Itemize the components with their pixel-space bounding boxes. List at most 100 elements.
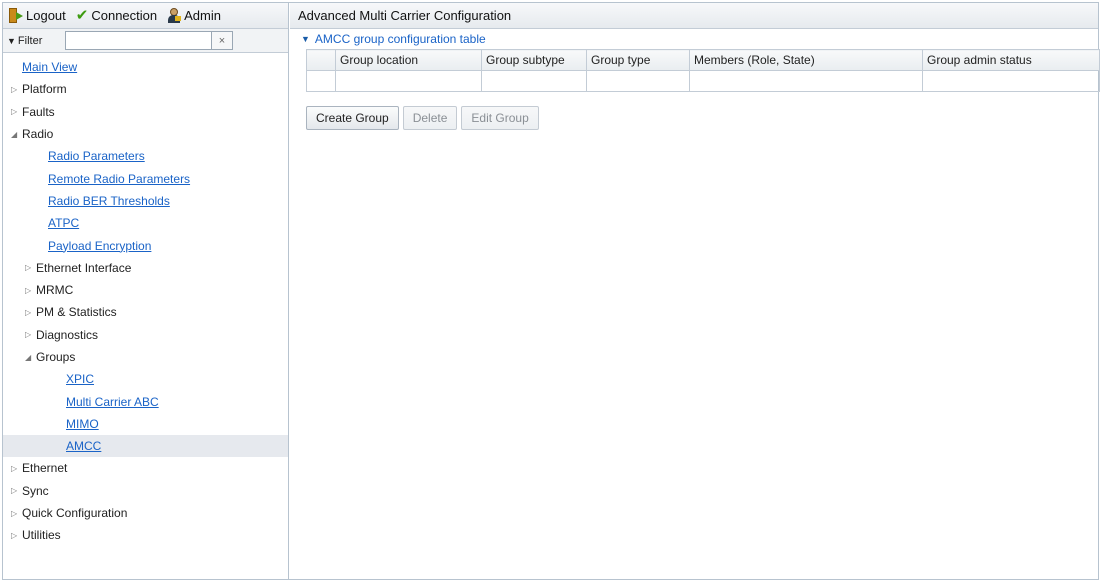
table-cell (306, 70, 336, 92)
column-header-group-location[interactable]: Group location (335, 49, 482, 71)
tree-item-label: Groups (36, 350, 76, 364)
tree-item-radio-ber-thresholds[interactable]: Radio BER Thresholds (3, 190, 288, 212)
tree-item-mrmc[interactable]: ▷ MRMC (3, 279, 288, 301)
tree-link-label: MIMO (66, 416, 99, 431)
tree-item-label: Diagnostics (36, 327, 99, 342)
table-row[interactable] (306, 70, 1100, 92)
connection-button[interactable]: ✔ Connection (76, 8, 157, 23)
tree-link-label: Payload Encryption (48, 238, 152, 253)
navigation-tree: Main View ▷ Platform ▷ Faults ◢ Radio Radio… (3, 53, 288, 547)
tree-item-label: Platform (22, 82, 67, 97)
logout-label: Logout (26, 8, 66, 23)
sidebar-toolbar: Logout ✔ Connection Admin (3, 3, 288, 29)
filter-input[interactable] (65, 31, 211, 50)
tree-item-mimo[interactable]: MIMO (3, 413, 288, 435)
table-cell (689, 70, 923, 92)
logout-icon (9, 8, 23, 23)
tree-item-ethernet[interactable]: ▷ Ethernet (3, 457, 288, 479)
caret-down-icon: ▼ (301, 34, 310, 44)
tree-link-label: Remote Radio Parameters (48, 171, 191, 186)
filter-bar: ▼ Filter × (3, 29, 288, 53)
tree-item-radio[interactable]: ◢ Radio (3, 123, 288, 145)
table-cell (335, 70, 482, 92)
expand-arrow-icon: ▷ (25, 285, 32, 295)
tree-item-faults[interactable]: ▷ Faults (3, 101, 288, 123)
connection-label: Connection (91, 8, 158, 23)
tree-item-payload-encryption[interactable]: Payload Encryption (3, 234, 288, 256)
table-cell (586, 70, 690, 92)
tree-link-label: Multi Carrier ABC (66, 394, 159, 409)
tree-item-quick-configuration[interactable]: ▷ Quick Configuration (3, 502, 288, 524)
admin-label: Admin (184, 8, 221, 23)
tree-link-label: Radio Parameters (48, 149, 145, 164)
tree-item-utilities[interactable]: ▷ Utilities (3, 524, 288, 546)
filter-toggle[interactable]: ▼ Filter (7, 35, 65, 47)
tree-item-diagnostics[interactable]: ▷ Diagnostics (3, 324, 288, 346)
filter-label: Filter (17, 34, 43, 47)
tree-link-label: ATPC (48, 216, 80, 231)
expand-arrow-icon: ▷ (11, 107, 18, 117)
tree-item-label: Quick Configuration (22, 506, 128, 521)
tree-item-label: PM & Statistics (36, 305, 117, 320)
section-toggle[interactable]: ▼ AMCC group configuration table (290, 29, 1098, 49)
collapse-arrow-icon: ◢ (11, 129, 18, 139)
tree-item-label: Ethernet (22, 461, 68, 476)
column-header-group-admin-status[interactable]: Group admin status (922, 49, 1100, 71)
close-icon: × (218, 34, 226, 47)
expand-arrow-icon: ▷ (11, 508, 18, 518)
table-cell (922, 70, 1100, 92)
tree-item-sync[interactable]: ▷ Sync (3, 480, 288, 502)
edit-group-button[interactable]: Edit Group (461, 106, 539, 130)
tree-item-label: Radio (22, 127, 54, 142)
expand-arrow-icon: ▷ (11, 463, 18, 473)
page-title: Advanced Multi Carrier Configuration (290, 3, 1098, 29)
tree-link-label: Main View (22, 60, 78, 75)
tree-item-amcc[interactable]: AMCC (3, 435, 288, 458)
clear-filter-button[interactable]: × (211, 31, 233, 50)
tree-item-xpic[interactable]: XPIC (3, 368, 288, 390)
tree-item-main-view[interactable]: Main View (3, 56, 288, 78)
tree-item-label: Faults (22, 104, 55, 119)
tree-link-label: XPIC (66, 372, 95, 387)
action-bar: Create Group Delete Edit Group (306, 106, 1098, 130)
section-title: AMCC group configuration table (314, 32, 486, 46)
tree-item-label: Ethernet Interface (36, 260, 132, 275)
expand-arrow-icon: ▷ (11, 530, 18, 540)
tree-item-label: MRMC (36, 283, 74, 298)
caret-down-icon: ▼ (7, 35, 16, 46)
admin-button[interactable]: Admin (167, 8, 221, 23)
column-header-members[interactable]: Members (Role, State) (689, 49, 923, 71)
main-panel: Advanced Multi Carrier Configuration ▼ A… (290, 3, 1100, 579)
tree-link-label: Radio BER Thresholds (48, 193, 170, 208)
sidebar: Logout ✔ Connection Admin ▼ Filter × Mai… (3, 3, 289, 579)
column-header-group-type[interactable]: Group type (586, 49, 690, 71)
tree-item-atpc[interactable]: ATPC (3, 212, 288, 234)
tree-item-radio-parameters[interactable]: Radio Parameters (3, 145, 288, 167)
expand-arrow-icon: ▷ (25, 263, 32, 273)
logout-button[interactable]: Logout (9, 8, 66, 23)
expand-arrow-icon: ▷ (11, 486, 18, 496)
create-group-button[interactable]: Create Group (306, 106, 399, 130)
column-header-group-subtype[interactable]: Group subtype (481, 49, 587, 71)
tree-item-label: Utilities (22, 528, 61, 543)
expand-arrow-icon: ▷ (25, 307, 32, 317)
table-header-row: Group location Group subtype Group type … (306, 49, 1100, 71)
checkmark-icon: ✔ (75, 7, 89, 24)
app-frame: Logout ✔ Connection Admin ▼ Filter × Mai… (2, 2, 1100, 580)
collapse-arrow-icon: ◢ (25, 352, 32, 362)
expand-arrow-icon: ▷ (25, 330, 32, 340)
delete-button[interactable]: Delete (402, 106, 458, 130)
amcc-group-table: Group location Group subtype Group type … (306, 49, 1100, 92)
tree-item-remote-radio-parameters[interactable]: Remote Radio Parameters (3, 167, 288, 189)
tree-item-pm-statistics[interactable]: ▷ PM & Statistics (3, 301, 288, 323)
tree-item-multi-carrier-abc[interactable]: Multi Carrier ABC (3, 390, 288, 412)
admin-user-icon (167, 8, 182, 23)
tree-link-label: AMCC (66, 439, 102, 454)
expand-arrow-icon: ▷ (11, 84, 18, 94)
table-cell (481, 70, 587, 92)
tree-item-platform[interactable]: ▷ Platform (3, 78, 288, 100)
tree-item-label: Sync (22, 483, 49, 498)
column-header-select[interactable] (306, 49, 336, 71)
tree-item-ethernet-interface[interactable]: ▷ Ethernet Interface (3, 257, 288, 279)
tree-item-groups[interactable]: ◢ Groups (3, 346, 288, 368)
